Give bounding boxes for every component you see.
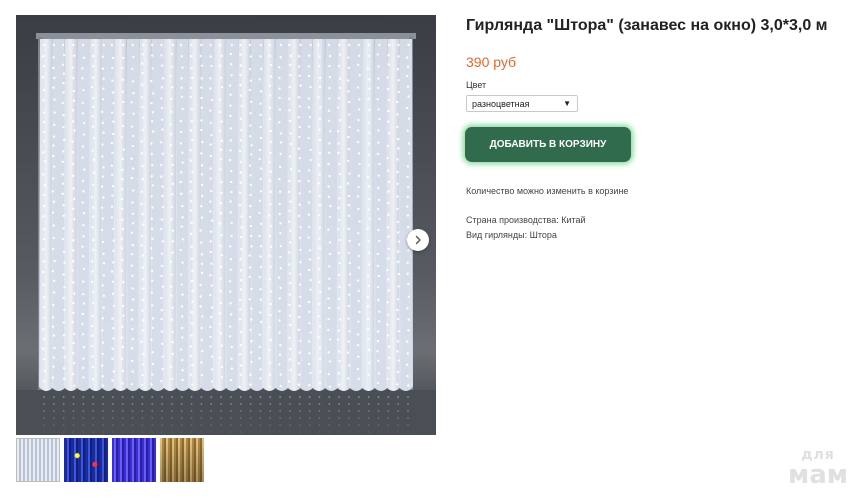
site-watermark-logo: для мам xyxy=(788,448,848,488)
color-select[interactable]: разноцветная ▼ xyxy=(466,95,578,112)
dropdown-arrow-icon: ▼ xyxy=(563,99,571,108)
spec-country: Страна производства: Китай xyxy=(466,215,586,225)
thumbnail-multicolor-curtain[interactable] xyxy=(64,438,108,482)
color-label: Цвет xyxy=(466,80,487,90)
color-select-value: разноцветная xyxy=(472,98,530,109)
thumbnail-strip xyxy=(16,438,204,482)
spec-type: Вид гирлянды: Штора xyxy=(466,230,557,240)
chevron-right-icon xyxy=(415,235,421,245)
thumbnail-blue-curtain[interactable] xyxy=(112,438,156,482)
thumbnail-white-curtain[interactable] xyxy=(16,438,60,482)
watermark-line2: мам xyxy=(787,460,848,490)
gallery-next-button[interactable] xyxy=(407,229,429,251)
product-price: 390 руб xyxy=(466,54,517,70)
thumbnail-warm-white-curtain[interactable] xyxy=(160,438,204,482)
product-main-image xyxy=(16,15,436,435)
add-to-cart-button[interactable]: ДОБАВИТЬ В КОРЗИНУ xyxy=(465,127,631,162)
led-curtain-photo xyxy=(16,33,436,435)
product-title: Гирлянда "Штора" (занавес на окно) 3,0*3… xyxy=(466,17,828,34)
quantity-note: Количество можно изменить в корзине xyxy=(466,186,629,196)
